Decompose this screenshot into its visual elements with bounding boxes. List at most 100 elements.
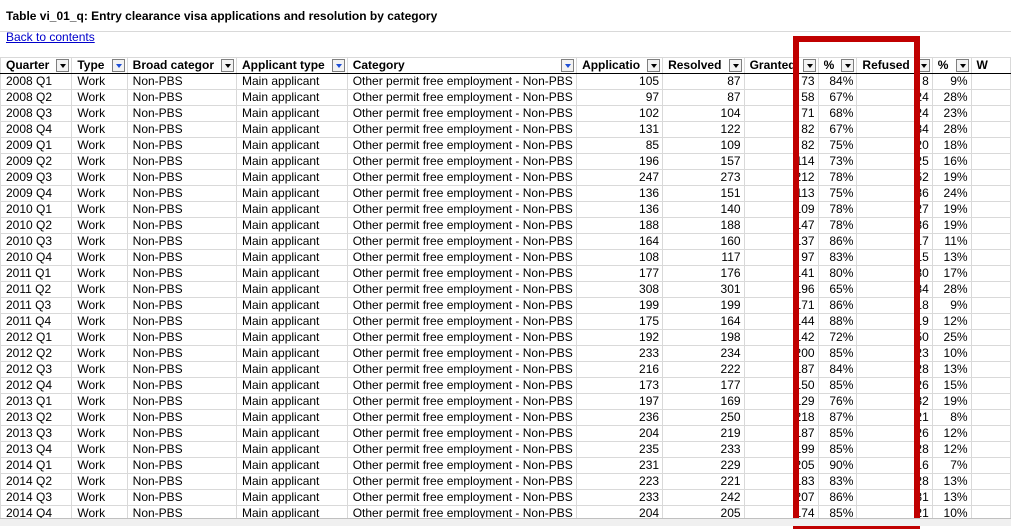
table-cell[interactable]: Non-PBS: [126, 441, 238, 458]
table-cell[interactable]: Work: [71, 233, 128, 250]
table-cell[interactable]: 24: [856, 105, 933, 122]
table-cell[interactable]: 177: [576, 265, 664, 282]
table-cell-empty[interactable]: [970, 441, 1011, 458]
table-cell[interactable]: 83%: [817, 249, 858, 266]
table-cell[interactable]: 2009 Q2: [0, 153, 73, 170]
table-cell[interactable]: Work: [71, 329, 128, 346]
table-cell[interactable]: 28%: [931, 121, 972, 138]
table-cell[interactable]: Other permit free employment - Non-PBS: [346, 185, 578, 202]
table-cell[interactable]: 2013 Q2: [0, 409, 73, 426]
table-cell[interactable]: Main applicant: [236, 425, 348, 442]
table-cell-empty[interactable]: [970, 217, 1011, 234]
table-cell[interactable]: Main applicant: [236, 73, 348, 90]
table-cell[interactable]: Work: [71, 409, 128, 426]
table-cell[interactable]: 199: [576, 297, 664, 314]
table-cell-empty[interactable]: [970, 313, 1011, 330]
table-cell[interactable]: 19%: [931, 217, 972, 234]
table-cell[interactable]: 301: [662, 281, 745, 298]
table-cell[interactable]: Work: [71, 137, 128, 154]
table-cell[interactable]: 12%: [931, 441, 972, 458]
table-cell[interactable]: 73%: [817, 153, 858, 170]
table-cell[interactable]: Main applicant: [236, 441, 348, 458]
table-cell[interactable]: 204: [576, 425, 664, 442]
table-cell[interactable]: Other permit free employment - Non-PBS: [346, 329, 578, 346]
table-cell[interactable]: Non-PBS: [126, 329, 238, 346]
table-cell[interactable]: Main applicant: [236, 249, 348, 266]
table-cell[interactable]: 223: [576, 473, 664, 490]
table-cell-empty[interactable]: [970, 345, 1011, 362]
table-cell[interactable]: 8%: [931, 409, 972, 426]
table-cell[interactable]: 8: [856, 73, 933, 90]
table-cell[interactable]: Other permit free employment - Non-PBS: [346, 233, 578, 250]
table-cell-empty[interactable]: [970, 281, 1011, 298]
table-cell[interactable]: 2011 Q3: [0, 297, 73, 314]
table-cell[interactable]: 23: [856, 345, 933, 362]
table-cell-empty[interactable]: [970, 361, 1011, 378]
table-cell[interactable]: Other permit free employment - Non-PBS: [346, 361, 578, 378]
table-cell[interactable]: Non-PBS: [126, 105, 238, 122]
table-cell[interactable]: 28%: [931, 281, 972, 298]
table-cell[interactable]: 229: [662, 457, 745, 474]
table-cell[interactable]: 68%: [817, 105, 858, 122]
table-cell[interactable]: 85%: [817, 425, 858, 442]
table-cell[interactable]: Work: [71, 393, 128, 410]
table-cell[interactable]: 26: [856, 425, 933, 442]
table-cell[interactable]: 187: [743, 425, 819, 442]
table-cell[interactable]: 2009 Q1: [0, 137, 73, 154]
table-cell[interactable]: 218: [743, 409, 819, 426]
table-cell[interactable]: 2013 Q4: [0, 441, 73, 458]
table-cell[interactable]: 109: [743, 201, 819, 218]
table-cell[interactable]: 102: [576, 105, 664, 122]
table-cell[interactable]: 2013 Q3: [0, 425, 73, 442]
table-cell-empty[interactable]: [970, 473, 1011, 490]
table-cell[interactable]: 19%: [931, 169, 972, 186]
table-cell[interactable]: 104: [662, 105, 745, 122]
table-cell[interactable]: Main applicant: [236, 393, 348, 410]
table-cell[interactable]: 25%: [931, 329, 972, 346]
table-cell[interactable]: Non-PBS: [126, 409, 238, 426]
table-cell[interactable]: 144: [743, 313, 819, 330]
table-cell[interactable]: Main applicant: [236, 297, 348, 314]
table-cell-empty[interactable]: [970, 201, 1011, 218]
table-cell[interactable]: Main applicant: [236, 153, 348, 170]
table-cell[interactable]: Other permit free employment - Non-PBS: [346, 121, 578, 138]
table-cell[interactable]: 212: [743, 169, 819, 186]
table-cell[interactable]: 233: [662, 441, 745, 458]
table-cell[interactable]: Work: [71, 361, 128, 378]
table-cell[interactable]: Other permit free employment - Non-PBS: [346, 473, 578, 490]
table-cell[interactable]: 78%: [817, 201, 858, 218]
table-cell[interactable]: 233: [576, 345, 664, 362]
table-cell-empty[interactable]: [970, 425, 1011, 442]
table-cell[interactable]: Non-PBS: [126, 473, 238, 490]
table-cell-empty[interactable]: [970, 265, 1011, 282]
table-cell[interactable]: Work: [71, 489, 128, 506]
table-cell[interactable]: 221: [662, 473, 745, 490]
table-cell[interactable]: 30: [856, 265, 933, 282]
table-cell[interactable]: Other permit free employment - Non-PBS: [346, 265, 578, 282]
table-cell[interactable]: 9%: [931, 73, 972, 90]
table-cell[interactable]: 84%: [817, 361, 858, 378]
table-cell[interactable]: Non-PBS: [126, 457, 238, 474]
table-cell[interactable]: 50: [856, 329, 933, 346]
table-cell[interactable]: 122: [662, 121, 745, 138]
table-cell[interactable]: 2014 Q3: [0, 489, 73, 506]
table-cell[interactable]: 188: [662, 217, 745, 234]
table-cell[interactable]: Non-PBS: [126, 233, 238, 250]
table-cell[interactable]: Other permit free employment - Non-PBS: [346, 297, 578, 314]
table-cell[interactable]: 86%: [817, 233, 858, 250]
table-cell[interactable]: Main applicant: [236, 329, 348, 346]
table-cell[interactable]: 173: [576, 377, 664, 394]
table-cell[interactable]: 24: [856, 89, 933, 106]
table-cell[interactable]: 197: [576, 393, 664, 410]
table-cell[interactable]: 26: [856, 377, 933, 394]
table-cell-empty[interactable]: [970, 153, 1011, 170]
table-cell-empty[interactable]: [970, 185, 1011, 202]
table-cell[interactable]: 28%: [931, 89, 972, 106]
table-cell[interactable]: 87%: [817, 409, 858, 426]
table-cell[interactable]: 65%: [817, 281, 858, 298]
table-cell[interactable]: 160: [662, 233, 745, 250]
table-cell[interactable]: 169: [662, 393, 745, 410]
table-cell[interactable]: Work: [71, 185, 128, 202]
table-cell[interactable]: 76%: [817, 393, 858, 410]
table-cell[interactable]: 87: [662, 73, 745, 90]
